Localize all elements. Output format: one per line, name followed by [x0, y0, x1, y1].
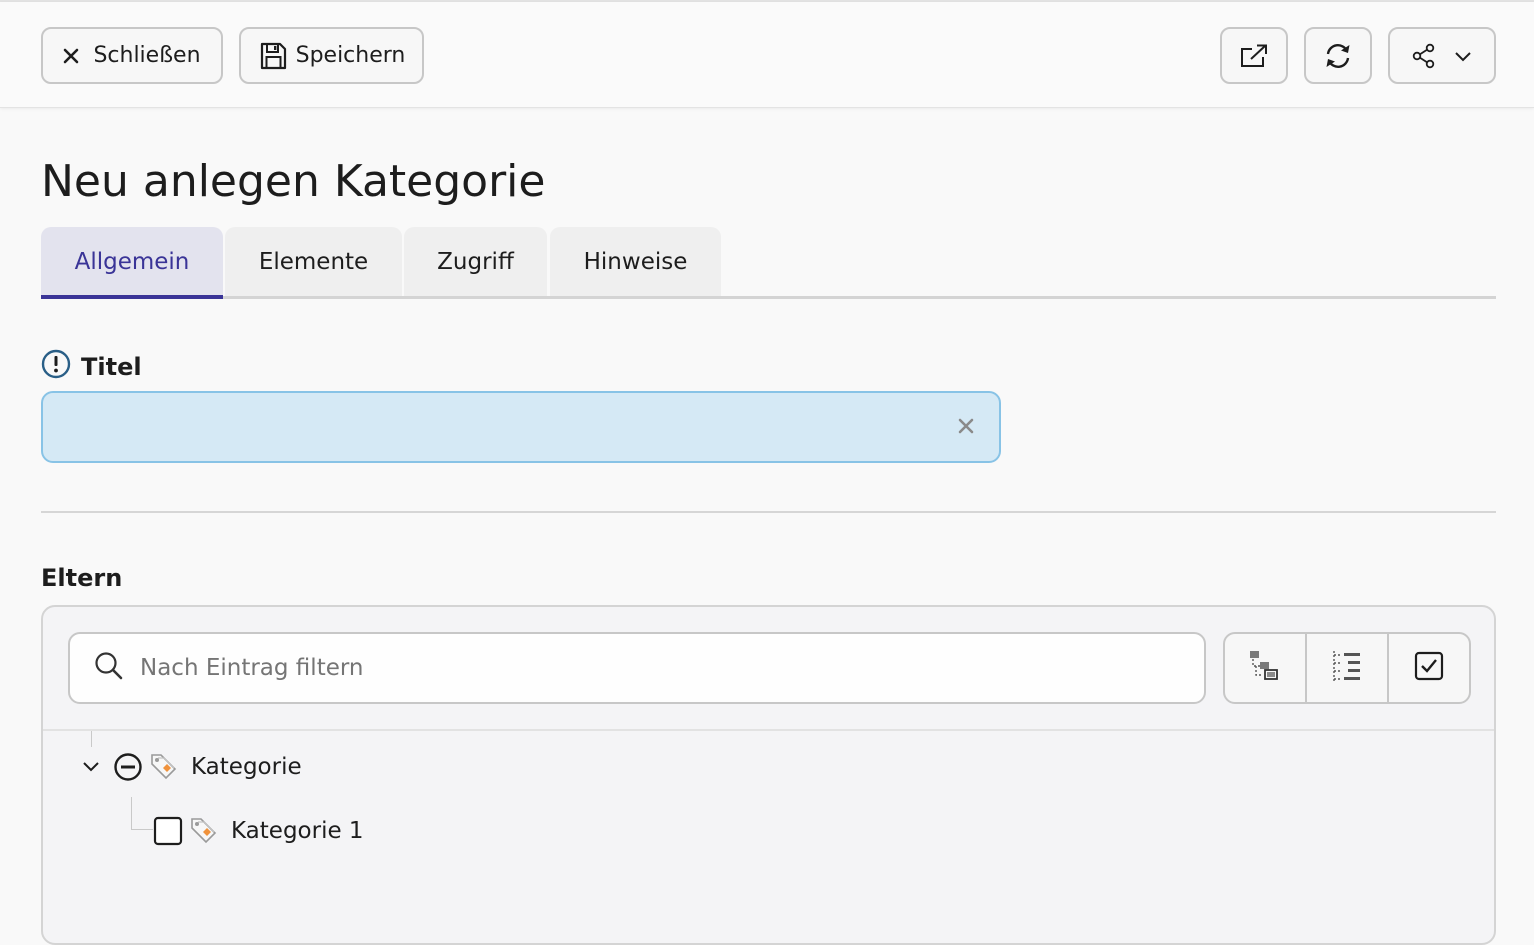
page-title: Neu anlegen Kategorie: [41, 156, 546, 207]
tree-expand-icon: [1248, 649, 1282, 687]
reload-button[interactable]: [1304, 27, 1372, 84]
required-info-icon: [41, 349, 71, 385]
expand-all-button[interactable]: [1225, 634, 1307, 702]
tab-hinweise[interactable]: Hinweise: [550, 227, 721, 296]
tree-node-label[interactable]: Kategorie: [191, 754, 302, 780]
share-icon: [1412, 43, 1436, 69]
tab-bar-underline: [41, 296, 1496, 299]
checkbox-checked-icon: [1414, 651, 1444, 685]
tree-connector: [91, 731, 92, 747]
save-button-label: Speichern: [295, 43, 406, 68]
search-icon: [94, 651, 124, 685]
tab-zugriff[interactable]: Zugriff: [404, 227, 547, 296]
open-in-new-window-button[interactable]: [1220, 27, 1288, 84]
parents-label: Eltern: [41, 564, 123, 592]
tree-list-icon: [1330, 649, 1364, 687]
tag-icon: [189, 816, 219, 846]
section-divider: [41, 511, 1496, 513]
save-button[interactable]: Speichern: [239, 27, 424, 84]
tag-icon: [149, 752, 179, 782]
collapse-all-button[interactable]: [1307, 634, 1389, 702]
save-icon: [258, 41, 288, 71]
title-input-wrapper: [41, 391, 1001, 463]
docheader-toolbar: Schließen Speichern: [0, 2, 1534, 108]
title-field-label: Titel: [41, 349, 142, 385]
toggle-selection-button[interactable]: [1389, 634, 1469, 702]
chevron-down-icon: [1454, 50, 1472, 62]
tree-tools: [1223, 632, 1471, 704]
checkbox-icon[interactable]: [153, 816, 183, 846]
category-tree-panel: Kategorie Kategorie 1: [41, 605, 1496, 945]
tree-node-label[interactable]: Kategorie 1: [231, 818, 364, 844]
close-button[interactable]: Schließen: [41, 27, 223, 84]
tab-bar: Allgemein Elemente Zugriff Hinweise: [41, 227, 1496, 299]
tree-filter-box: [68, 632, 1206, 704]
tree-node: Kategorie: [79, 747, 302, 787]
indeterminate-checkbox-icon[interactable]: [113, 752, 143, 782]
tree-connector: [131, 797, 132, 829]
title-label-text: Titel: [81, 353, 142, 381]
clear-input-icon[interactable]: [957, 417, 975, 439]
refresh-icon: [1322, 42, 1354, 70]
close-icon: [63, 48, 79, 64]
tree-connector: [131, 829, 153, 830]
tree-node: Kategorie 1: [153, 811, 364, 851]
share-dropdown-button[interactable]: [1388, 27, 1496, 84]
tab-elemente[interactable]: Elemente: [225, 227, 402, 296]
tree-filter-input[interactable]: [138, 654, 1204, 682]
external-link-icon: [1239, 43, 1269, 69]
tab-allgemein[interactable]: Allgemein: [41, 227, 223, 299]
close-button-label: Schließen: [93, 43, 201, 68]
category-tree: Kategorie Kategorie 1: [43, 731, 1494, 941]
chevron-down-icon[interactable]: [79, 761, 103, 773]
title-input[interactable]: [43, 393, 923, 461]
tree-toolbar: [43, 607, 1494, 731]
